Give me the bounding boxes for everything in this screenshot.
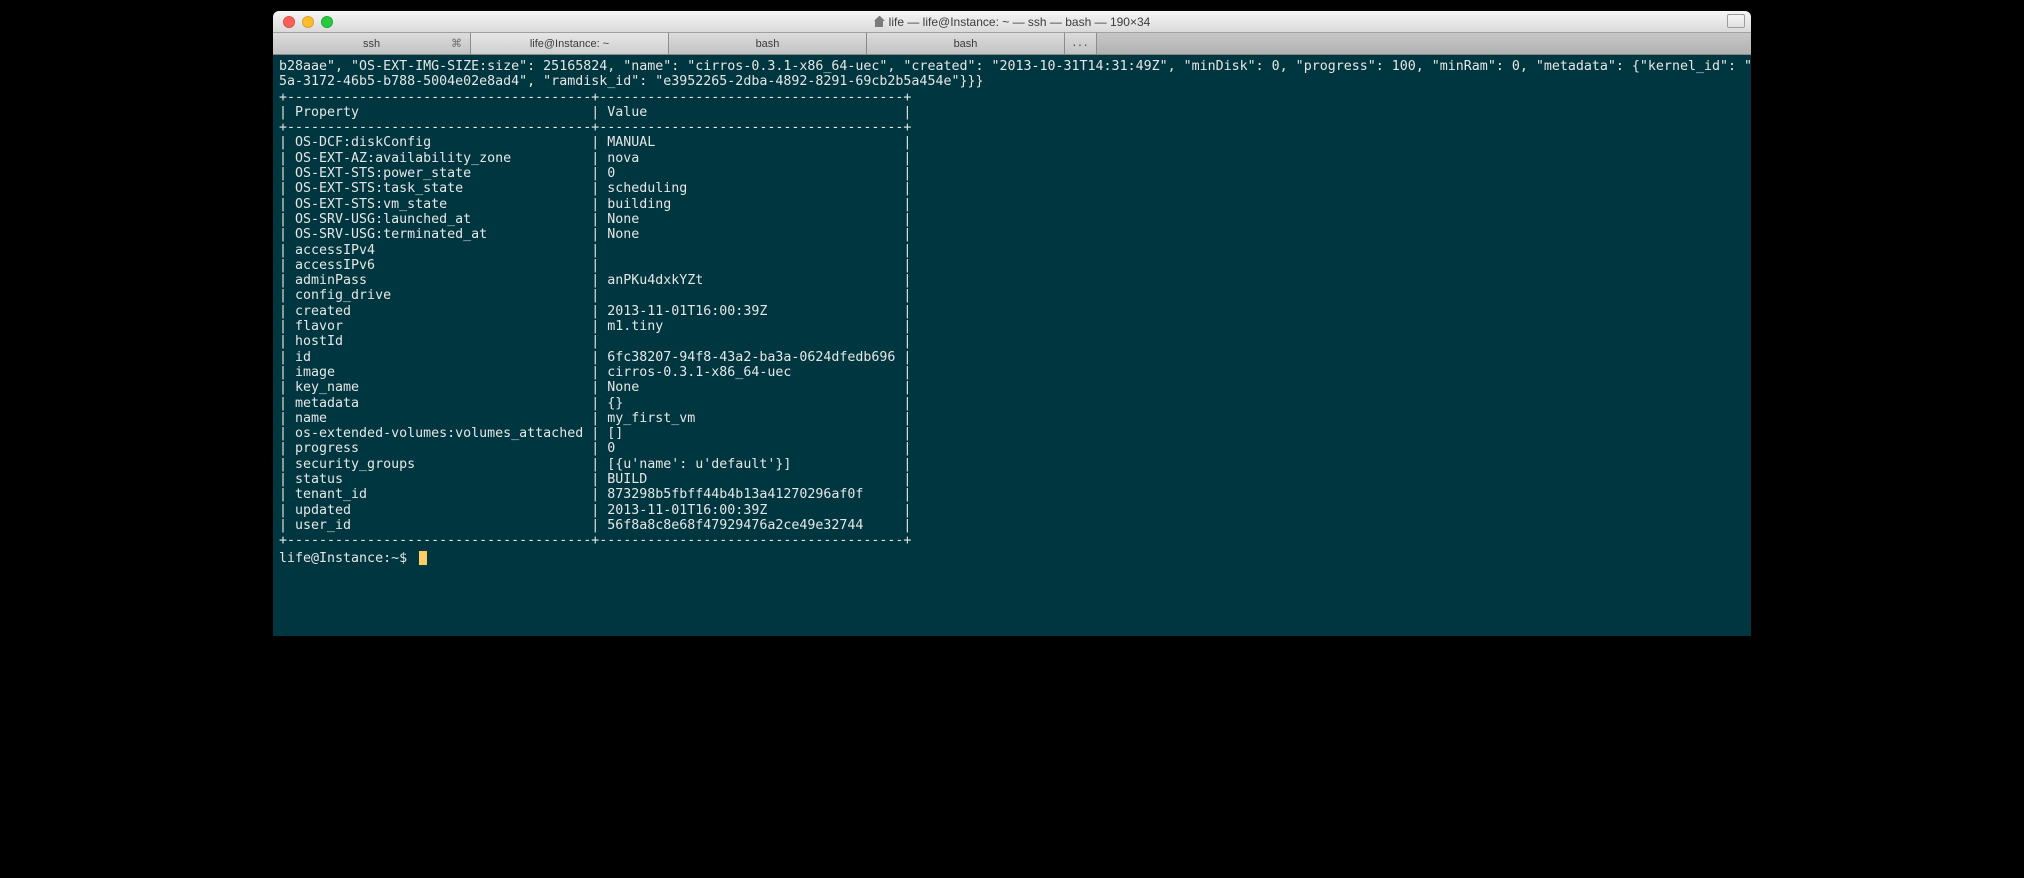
table-border: +--------------------------------------+… [279,533,911,548]
prompt-text: life@Instance:~$ [279,551,415,566]
prompt-line[interactable]: life@Instance:~$ [279,551,1745,566]
table-row: | config_drive | | [279,288,911,303]
tab-label: life@Instance: ~ [530,38,609,50]
tab-bar-spacer [1097,33,1751,54]
tab-ssh[interactable]: ssh ⌘ [273,33,471,54]
table-row: | status | BUILD | [279,472,911,487]
table-row: | name | my_first_vm | [279,411,911,426]
zoom-icon[interactable] [321,16,333,28]
tab-bash-1[interactable]: bash [669,33,867,54]
cursor-icon [419,551,427,565]
output-json-line: 5a-3172-46b5-b788-5004e02e8ad4", "ramdis… [279,74,983,89]
table-row: | created | 2013-11-01T16:00:39Z | [279,304,911,319]
table-row: | flavor | m1.tiny | [279,319,911,334]
terminal-window: life — life@Instance: ~ — ssh — bash — 1… [273,11,1751,636]
table-row: | OS-SRV-USG:terminated_at | None | [279,227,911,242]
table-row: | OS-SRV-USG:launched_at | None | [279,212,911,227]
tab-bash-2[interactable]: bash [867,33,1065,54]
table-header: | Property | Value | [279,105,911,120]
table-border: +--------------------------------------+… [279,90,911,105]
table-row: | security_groups | [{u'name': u'default… [279,457,911,472]
tab-bar: ssh ⌘ life@Instance: ~ bash bash ··· [273,33,1751,55]
table-row: | accessIPv6 | | [279,258,911,273]
output-json-line: b28aae", "OS-EXT-IMG-SIZE:size": 2516582… [279,59,1751,74]
table-row: | user_id | 56f8a8c8e68f47929476a2ce49e3… [279,518,911,533]
window-title-text: life — life@Instance: ~ — ssh — bash — 1… [889,15,1151,29]
table-row: | updated | 2013-11-01T16:00:39Z | [279,503,911,518]
titlebar: life — life@Instance: ~ — ssh — bash — 1… [273,11,1751,33]
table-row: | OS-DCF:diskConfig | MANUAL | [279,135,911,150]
table-row: | image | cirros-0.3.1-x86_64-uec | [279,365,911,380]
tab-label: bash [756,38,780,50]
tab-label: ssh [363,38,380,50]
table-row: | hostId | | [279,334,911,349]
table-row: | os-extended-volumes:volumes_attached |… [279,426,911,441]
table-row: | progress | 0 | [279,441,911,456]
tab-aux-icon: ⌘ [451,37,462,50]
window-title: life — life@Instance: ~ — ssh — bash — 1… [273,15,1751,29]
table-border: +--------------------------------------+… [279,120,911,135]
table-row: | OS-EXT-STS:power_state | 0 | [279,166,911,181]
table-row: | OS-EXT-AZ:availability_zone | nova | [279,151,911,166]
table-row: | key_name | None | [279,380,911,395]
close-icon[interactable] [283,16,295,28]
table-row: | tenant_id | 873298b5fbff44b4b13a412702… [279,487,911,502]
table-row: | OS-EXT-STS:task_state | scheduling | [279,181,911,196]
minimize-icon[interactable] [302,16,314,28]
terminal-viewport[interactable]: b28aae", "OS-EXT-IMG-SIZE:size": 2516582… [273,55,1751,636]
table-row: | OS-EXT-STS:vm_state | building | [279,197,911,212]
tab-life-instance[interactable]: life@Instance: ~ [471,33,669,54]
table-row: | accessIPv4 | | [279,243,911,258]
home-icon [874,16,885,27]
table-row: | metadata | {} | [279,396,911,411]
fullscreen-button[interactable] [1727,14,1745,28]
table-row: | id | 6fc38207-94f8-43a2-ba3a-0624dfedb… [279,350,911,365]
traffic-lights [283,16,333,28]
tab-overflow-button[interactable]: ··· [1065,33,1097,54]
table-row: | adminPass | anPKu4dxkYZt | [279,273,911,288]
tab-label: bash [954,38,978,50]
